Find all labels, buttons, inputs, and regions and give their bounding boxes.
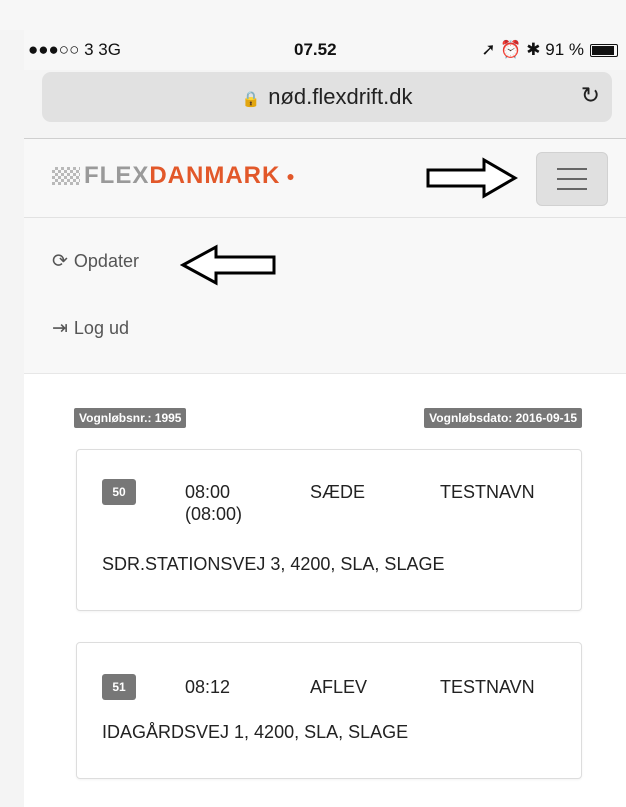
url-text: nød.flexdrift.dk [268,84,413,109]
stop-type: AFLEV [310,677,368,697]
carrier-signal: ●●●○○ 3 3G [28,40,121,59]
top-strip [0,0,626,30]
hamburger-menu-button[interactable] [536,152,608,206]
stop-number-badge: 50 [102,479,136,505]
stop-time: 08:12 [185,677,231,697]
right-arrow-annotation-icon [426,157,518,199]
reload-icon[interactable]: ↻ [581,82,600,109]
flexdanmark-logo[interactable]: FLEX DANMARK ● [52,162,296,190]
menu-item-refresh[interactable]: ⟳ Opdater [52,250,139,273]
status-indicator-text: ➚ ⏰ ✱ 91 % [481,40,584,59]
address-bar[interactable]: 🔒 nød.flexdrift.dk ↻ [42,72,612,122]
hamburger-bar-middle [557,178,587,180]
hamburger-icon [557,168,587,170]
status-time: 07.52 [294,40,337,59]
dropdown-menu: ⟳ Opdater ⇥ Log ud [24,218,626,374]
logo-dot: ● [286,168,296,184]
stop-type: SÆDE [310,482,366,502]
route-date-badge: Vognløbsdato: 2016-09-15 [424,408,582,428]
stop-address: IDAGÅRDSVEJ 1, 4200, SLA, SLAGE [102,722,409,742]
battery-icon [590,43,618,57]
logo-danmark-text: DANMARK [149,162,281,189]
stop-time-value: 08:00 [185,482,231,502]
url-display[interactable]: 🔒 nød.flexdrift.dk [42,84,612,110]
status-indicators: ➚ ⏰ ✱ 91 % [481,40,618,60]
logout-label: Log ud [73,318,129,338]
stop-address: SDR.STATIONSVEJ 3, 4200, SLA, SLAGE [102,554,445,574]
left-arrow-annotation-icon [180,244,276,286]
hamburger-bar-bottom [557,188,587,190]
stop-time-planned: (08:00) [185,504,243,524]
stop-card[interactable]: 51 08:12 AFLEV TESTNAVN IDAGÅRDSVEJ 1, 4… [76,642,582,779]
scroll-edge [612,374,626,807]
route-content: Vognløbsnr.: 1995 Vognløbsdato: 2016-09-… [24,374,626,807]
logo-flex-text: FLEX [84,162,150,189]
logout-icon: ⇥ [52,318,68,339]
logo-checker-icon [52,167,80,185]
stop-name: TESTNAVN [440,482,535,502]
refresh-label: Opdater [73,251,139,271]
stop-number-badge: 51 [102,674,136,700]
menu-item-logout[interactable]: ⇥ Log ud [52,317,129,340]
stop-name: TESTNAVN [440,677,535,697]
stop-time: 08:00 (08:00) [185,481,242,525]
lock-icon: 🔒 [241,91,261,108]
stop-card[interactable]: 50 08:00 (08:00) SÆDE TESTNAVN SDR.STATI… [76,449,582,611]
route-number-badge: Vognløbsnr.: 1995 [74,408,187,428]
refresh-icon: ⟳ [52,251,68,272]
status-bar: ●●●○○ 3 3G 07.52 ➚ ⏰ ✱ 91 % [24,30,626,70]
navbar: FLEX DANMARK ● [24,139,626,218]
